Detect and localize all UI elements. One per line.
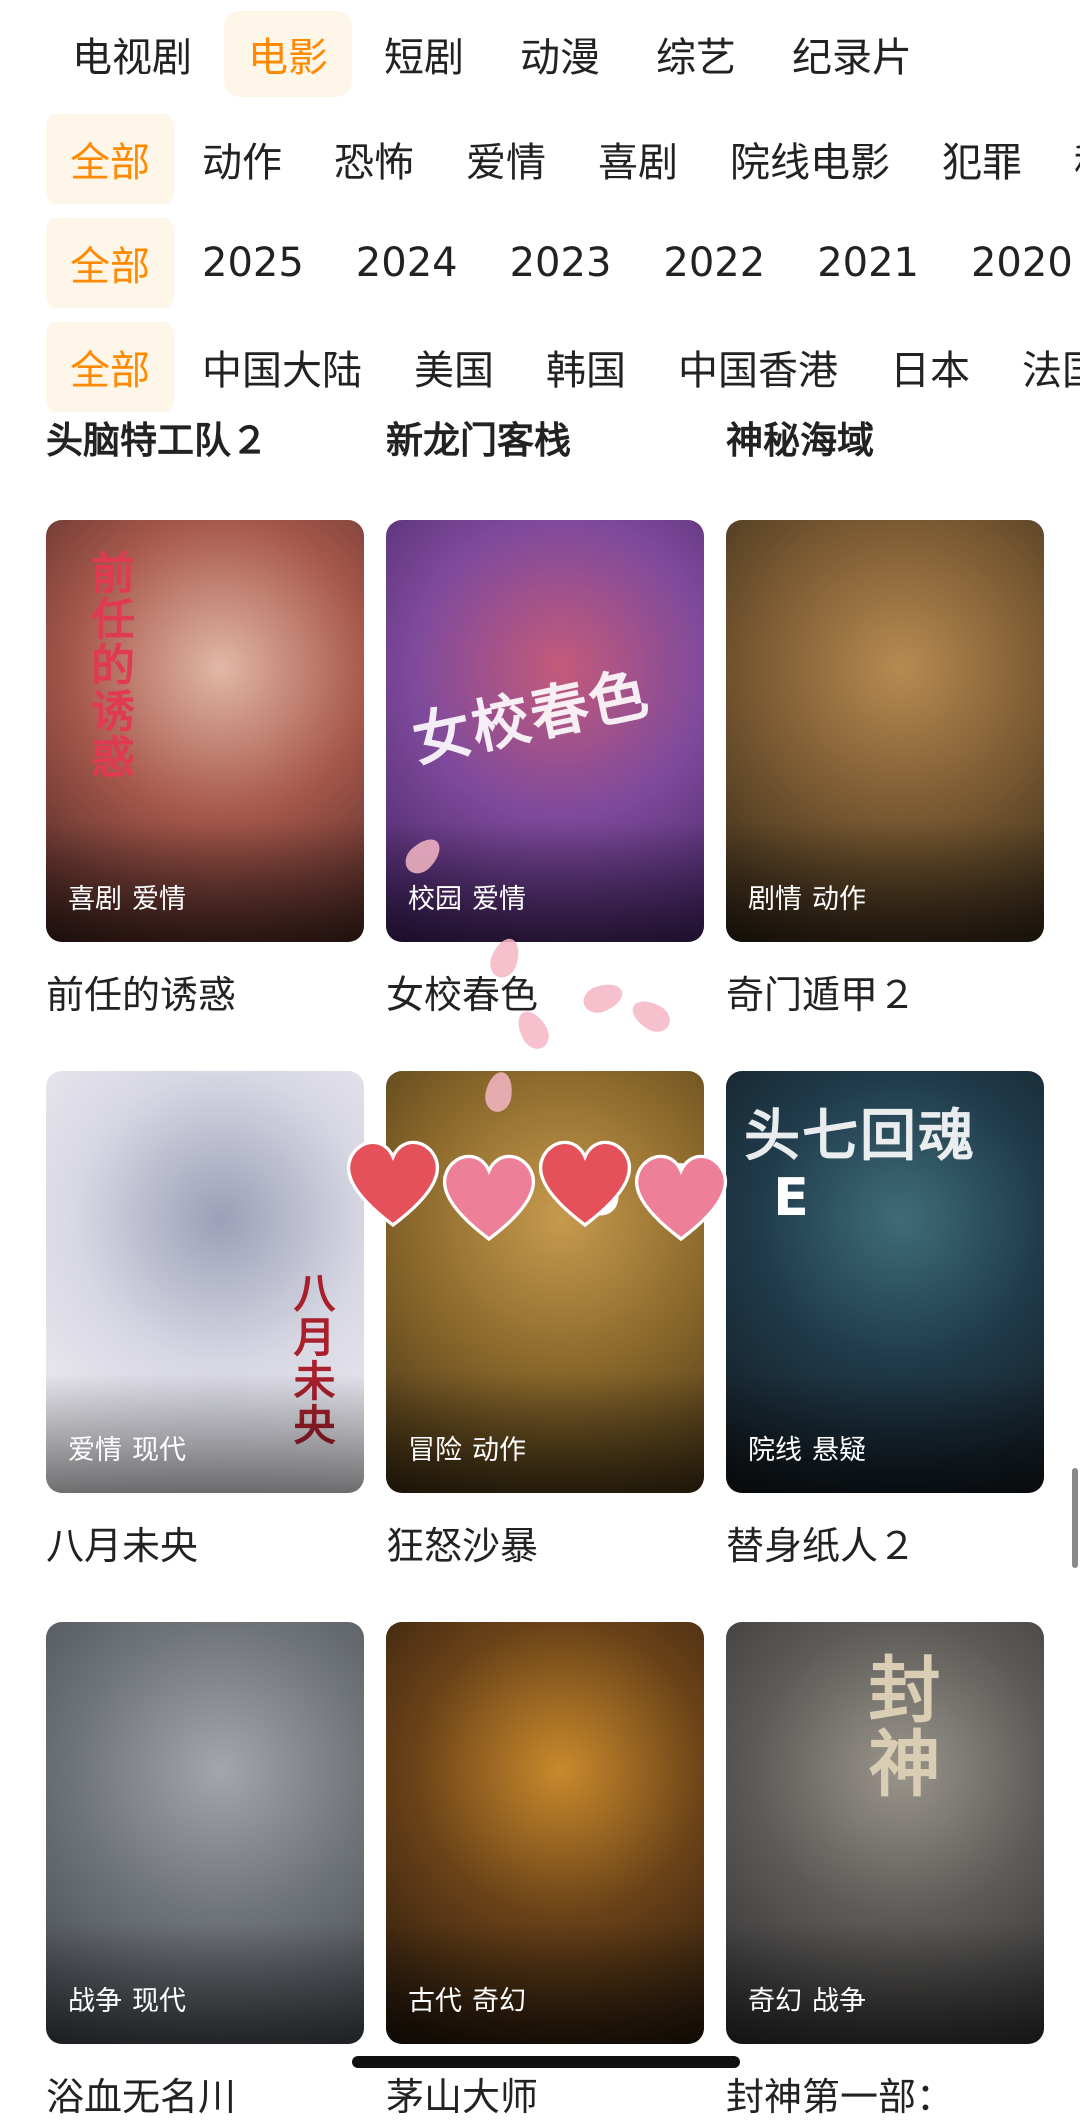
region-chip[interactable]: 全部	[46, 322, 174, 412]
region-chip[interactable]: 法国	[998, 322, 1080, 412]
movie-card[interactable]: 前任的诱惑 喜剧 爱情 前任的诱惑	[46, 520, 364, 1019]
region-chip[interactable]: 韩国	[522, 322, 650, 412]
movie-title-partial[interactable]: 新龙门客栈	[386, 410, 571, 464]
genre-tags: 战争 现代	[68, 1979, 186, 2018]
genre-chip[interactable]: 爱情	[442, 114, 570, 204]
year-filter-row: 全部2025202420232022202120202	[0, 218, 1080, 308]
region-filter-row: 全部中国大陆美国韩国中国香港日本法国	[0, 322, 1080, 412]
year-chip[interactable]: 2020	[947, 222, 1080, 304]
genre-chip[interactable]: 科	[1050, 114, 1080, 204]
year-chip[interactable]: 2025	[178, 222, 328, 304]
genre-chip[interactable]: 喜剧	[574, 114, 702, 204]
genre-tag: 冒险	[408, 1435, 462, 1466]
heart-icon: L	[338, 1126, 520, 1236]
love-sticker-overlay: LOVE	[338, 1126, 809, 1256]
year-chip[interactable]: 2023	[486, 222, 636, 304]
movie-title[interactable]: 奇门遁甲２	[726, 964, 1044, 1019]
year-chip[interactable]: 2021	[793, 222, 943, 304]
genre-tag: 战争	[68, 1986, 122, 2017]
movie-card[interactable]: 古代 奇幻茅山大师	[386, 1622, 704, 2121]
love-letter: E	[773, 1168, 809, 1228]
region-chip[interactable]: 中国大陆	[178, 322, 386, 412]
movie-poster[interactable]: 战争 现代	[46, 1622, 364, 2044]
genre-chip[interactable]: 恐怖	[310, 114, 438, 204]
genre-tags: 院线 悬疑	[748, 1428, 866, 1467]
genre-tag: 奇幻	[748, 1986, 802, 2017]
genre-tag: 现代	[132, 1986, 186, 2017]
movie-title[interactable]: 茅山大师	[386, 2066, 704, 2121]
genre-chip[interactable]: 全部	[46, 114, 174, 204]
movie-title-partial[interactable]: 神秘海域	[726, 410, 874, 464]
movie-poster[interactable]: 剧情 动作	[726, 520, 1044, 942]
region-chip[interactable]: 日本	[866, 322, 994, 412]
heart-icon: V	[530, 1126, 715, 1236]
genre-tags: 校园 爱情	[408, 877, 526, 916]
tab-4[interactable]: 综艺	[632, 11, 760, 97]
movie-title[interactable]: 封神第一部：	[726, 2066, 1044, 2121]
genre-tags: 爱情 现代	[68, 1428, 186, 1467]
genre-chip[interactable]: 院线电影	[706, 114, 914, 204]
movie-card[interactable]: 封神奇幻 战争封神第一部：	[726, 1622, 1044, 2121]
tab-2[interactable]: 短剧	[360, 11, 488, 97]
movie-title[interactable]: 狂怒沙暴	[386, 1515, 704, 1570]
genre-tag: 剧情	[748, 884, 802, 915]
genre-tag: 战争	[812, 1986, 866, 2017]
genre-tag: 爱情	[472, 884, 526, 915]
poster-title-art: 前任的诱惑	[83, 550, 134, 780]
year-chip[interactable]: 全部	[46, 218, 174, 308]
region-chip[interactable]: 美国	[390, 322, 518, 412]
movie-card[interactable]: 剧情 动作奇门遁甲２	[726, 520, 1044, 1019]
poster-title-art: 封神	[856, 1652, 941, 1800]
genre-tag: 动作	[812, 884, 866, 915]
category-tabs: 电视剧 电影 短剧 动漫 综艺 纪录片	[0, 0, 1080, 108]
genre-tag: 悬疑	[812, 1435, 866, 1466]
genre-tag: 奇幻	[472, 1986, 526, 2017]
genre-tags: 古代 奇幻	[408, 1979, 526, 2018]
year-chip[interactable]: 2024	[332, 222, 482, 304]
movie-card[interactable]: 八月未央 爱情 现代八月未央	[46, 1071, 364, 1570]
genre-tag: 爱情	[68, 1435, 122, 1466]
genre-tag: 校园	[408, 884, 462, 915]
movie-poster[interactable]: 封神奇幻 战争	[726, 1622, 1044, 2044]
genre-chip[interactable]: 动作	[178, 114, 306, 204]
movie-title[interactable]: 前任的诱惑	[46, 964, 364, 1019]
genre-tag: 古代	[408, 1986, 462, 2017]
movie-card[interactable]: 女校春色 校园 爱情 女校春色	[386, 520, 704, 1019]
movie-title[interactable]: 替身纸人２	[726, 1515, 1044, 1570]
movie-title-partial[interactable]: 头脑特工队２	[46, 410, 268, 464]
tab-1[interactable]: 电影	[224, 11, 352, 97]
movie-poster[interactable]: 古代 奇幻	[386, 1622, 704, 2044]
genre-tag: 院线	[748, 1435, 802, 1466]
home-indicator[interactable]	[352, 2056, 740, 2068]
movie-poster[interactable]: 八月未央 爱情 现代	[46, 1071, 364, 1493]
tab-5[interactable]: 纪录片	[768, 11, 936, 97]
movie-card[interactable]: 战争 现代浴血无名川	[46, 1622, 364, 2121]
genre-tag: 喜剧	[68, 884, 122, 915]
genre-tags: 剧情 动作	[748, 877, 866, 916]
genre-filter-row: 全部动作恐怖爱情喜剧院线电影犯罪科	[0, 114, 1080, 204]
region-chip[interactable]: 中国香港	[654, 322, 862, 412]
genre-tags: 冒险 动作	[408, 1428, 526, 1467]
genre-tag: 爱情	[132, 884, 186, 915]
movie-title[interactable]: 浴血无名川	[46, 2066, 364, 2121]
genre-tag: 现代	[132, 1435, 186, 1466]
year-chip[interactable]: 2022	[639, 222, 789, 304]
genre-chip[interactable]: 犯罪	[918, 114, 1046, 204]
genre-tags: 喜剧 爱情	[68, 877, 186, 916]
movie-poster[interactable]: 前任的诱惑喜剧 爱情	[46, 520, 364, 942]
movie-title[interactable]: 八月未央	[46, 1515, 364, 1570]
genre-tag: 动作	[472, 1435, 526, 1466]
genre-tags: 奇幻 战争	[748, 1979, 866, 2018]
tab-0[interactable]: 电视剧	[48, 11, 216, 97]
heart-icon: O	[434, 1140, 621, 1250]
scrollbar[interactable]	[1072, 1468, 1078, 1568]
heart-icon: E	[626, 1140, 809, 1250]
movie-poster[interactable]: 女校春色 校园 爱情	[386, 520, 704, 942]
tab-3[interactable]: 动漫	[496, 11, 624, 97]
